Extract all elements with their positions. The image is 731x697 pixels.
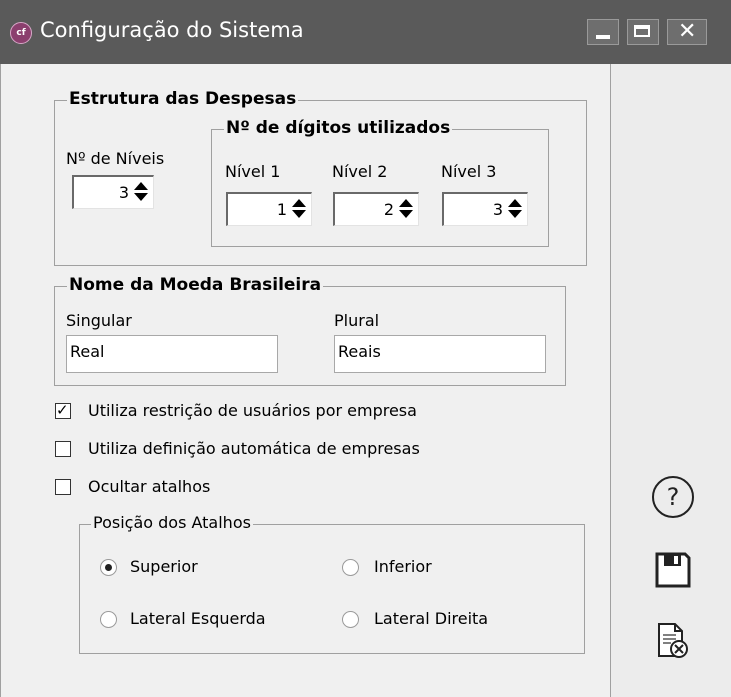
window-title: Configuração do Sistema (40, 18, 304, 42)
position-right-radio[interactable] (342, 611, 359, 628)
spinner-arrows-icon[interactable] (397, 198, 415, 220)
close-button[interactable]: ✕ (667, 19, 707, 45)
levels-spinner[interactable]: 3 (72, 175, 154, 209)
digits-title: Nº de dígitos utilizados (224, 118, 453, 138)
position-bottom-label[interactable]: Inferior (374, 557, 432, 576)
digits-group: Nº de dígitos utilizados Nível 1 1 Nível… (211, 118, 549, 247)
position-top-label[interactable]: Superior (130, 557, 198, 576)
expense-structure-group: Estrutura das Despesas Nº de Níveis 3 Nº… (54, 89, 587, 266)
user-restriction-checkbox[interactable]: ✓ (55, 401, 71, 419)
cf-logo-icon: cf (10, 22, 32, 44)
levels-label: Nº de Níveis (66, 149, 165, 168)
radio-selected-icon (105, 564, 112, 571)
maximize-icon (634, 25, 650, 37)
plural-input[interactable]: Reais (334, 335, 546, 373)
currency-group: Nome da Moeda Brasileira Singular Real P… (54, 275, 566, 386)
window-border (0, 64, 1, 697)
user-restriction-label[interactable]: Utiliza restrição de usuários por empres… (88, 401, 417, 420)
maximize-button[interactable] (627, 19, 659, 45)
level-2-spinner[interactable]: 2 (333, 192, 419, 226)
title-bar[interactable]: cf Configuração do Sistema ✕ (0, 0, 731, 64)
dialog-body: Estrutura das Despesas Nº de Níveis 3 Nº… (0, 64, 731, 697)
hide-shortcuts-checkbox[interactable] (55, 479, 71, 495)
level-3-label: Nível 3 (441, 162, 497, 181)
spinner-arrows-icon[interactable] (506, 198, 524, 220)
shortcut-position-title: Posição dos Atalhos (91, 513, 253, 532)
auto-company-checkbox[interactable] (55, 441, 71, 457)
position-right-label[interactable]: Lateral Direita (374, 609, 488, 628)
position-left-label[interactable]: Lateral Esquerda (130, 609, 266, 628)
singular-label: Singular (66, 311, 132, 330)
minimize-button[interactable] (587, 19, 619, 45)
level-3-spinner[interactable]: 3 (442, 192, 528, 226)
position-top-radio[interactable] (100, 559, 117, 576)
spinner-arrows-icon[interactable] (132, 181, 150, 203)
action-panel: ? (610, 64, 731, 697)
help-icon[interactable]: ? (650, 474, 696, 520)
position-bottom-radio[interactable] (342, 559, 359, 576)
cancel-document-icon[interactable] (656, 622, 690, 660)
currency-title: Nome da Moeda Brasileira (67, 275, 324, 295)
shortcut-position-group: Posição dos Atalhos Superior Inferior La… (79, 513, 585, 654)
level-2-value: 2 (383, 200, 394, 219)
checkmark-icon: ✓ (56, 401, 69, 419)
plural-label: Plural (334, 311, 380, 330)
minimize-icon (596, 35, 610, 39)
level-3-value: 3 (492, 200, 503, 219)
close-icon: ✕ (678, 19, 697, 44)
level-2-label: Nível 2 (332, 162, 388, 181)
levels-value: 3 (118, 183, 129, 202)
singular-input[interactable]: Real (66, 335, 278, 373)
expense-structure-title: Estrutura das Despesas (67, 89, 299, 109)
level-1-label: Nível 1 (225, 162, 281, 181)
hide-shortcuts-label[interactable]: Ocultar atalhos (88, 477, 210, 496)
svg-text:?: ? (667, 483, 680, 511)
save-icon[interactable] (654, 551, 692, 589)
position-left-radio[interactable] (100, 611, 117, 628)
level-1-spinner[interactable]: 1 (226, 192, 312, 226)
level-1-value: 1 (276, 200, 287, 219)
spinner-arrows-icon[interactable] (290, 198, 308, 220)
auto-company-label[interactable]: Utiliza definição automática de empresas (88, 439, 420, 458)
